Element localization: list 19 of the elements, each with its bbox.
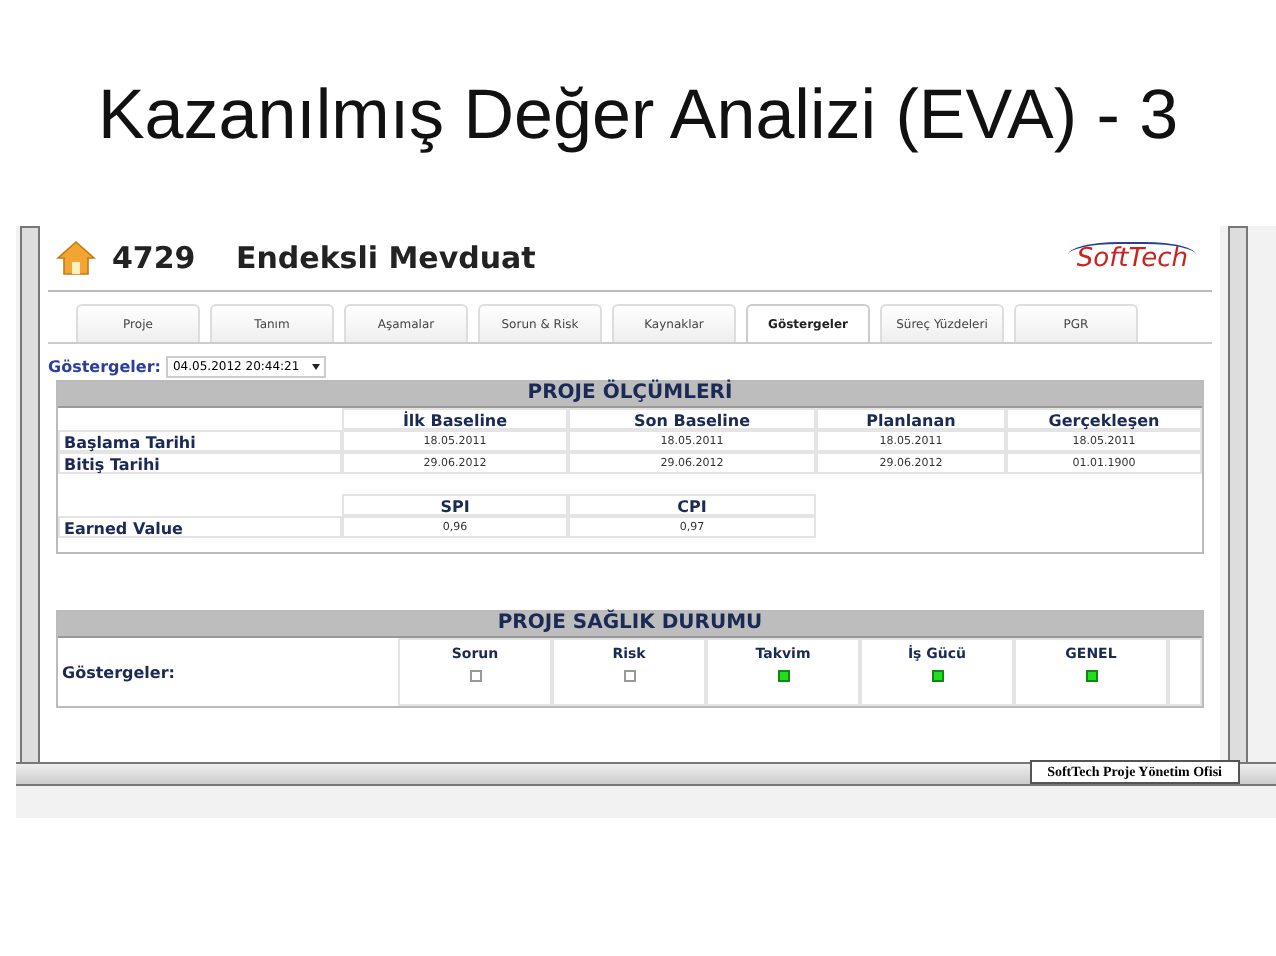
project-name: Endeksli Mevduat <box>236 240 536 276</box>
row-label: Bitiş Tarihi <box>58 452 342 474</box>
project-number: 4729 <box>112 240 198 276</box>
section-header: PROJE SAĞLIK DURUMU <box>58 612 1202 638</box>
logo: SoftTech <box>1068 242 1196 274</box>
column-header: İlk Baseline <box>342 408 568 430</box>
filter-label: Göstergeler: <box>48 358 161 376</box>
home-icon[interactable] <box>56 238 96 278</box>
column-header: Gerçekleşen <box>1006 408 1202 430</box>
slide-title: Kazanılmış Değer Analizi (EVA) - 3 <box>95 74 1181 158</box>
caret-icon <box>311 364 320 370</box>
column-header: SPI <box>342 494 568 516</box>
section-header: PROJE ÖLÇÜMLERİ <box>58 382 1202 408</box>
row-label: Earned Value <box>58 516 342 538</box>
column-header: Planlanan <box>816 408 1006 430</box>
column-header: Son Baseline <box>568 408 816 430</box>
row-label: Başlama Tarihi <box>58 430 342 452</box>
column-header: CPI <box>568 494 816 516</box>
row-label: Göstergeler: <box>60 661 177 686</box>
